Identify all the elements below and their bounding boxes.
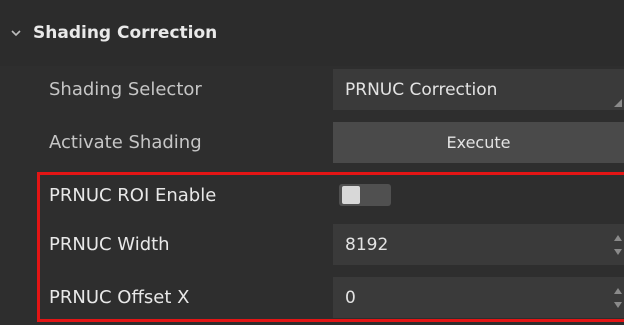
- property-label: Shading Selector: [49, 79, 202, 100]
- prnuc-roi-enable-toggle[interactable]: [339, 184, 391, 206]
- dropdown-corner-icon: [614, 99, 622, 107]
- execute-button[interactable]: Execute: [333, 122, 624, 163]
- property-label: PRNUC ROI Enable: [49, 185, 217, 206]
- property-row-prnuc-offset-x: PRNUC Offset X 0: [0, 274, 624, 321]
- shading-selector-dropdown[interactable]: PRNUC Correction: [333, 69, 624, 110]
- property-row-activate-shading: Activate Shading Execute: [0, 119, 624, 166]
- section-header-shading-correction[interactable]: Shading Correction: [0, 0, 624, 66]
- property-label: PRNUC Width: [49, 234, 170, 255]
- spin-up-icon[interactable]: [614, 288, 622, 294]
- properties-panel: Shading Correction Shading Selector PRNU…: [0, 0, 624, 325]
- property-label: Activate Shading: [49, 132, 202, 153]
- spin-arrows-icon[interactable]: [613, 233, 623, 257]
- dropdown-value: PRNUC Correction: [345, 79, 498, 100]
- input-value: 8192: [345, 234, 389, 255]
- property-row-prnuc-width: PRNUC Width 8192: [0, 221, 624, 268]
- spin-down-icon[interactable]: [614, 249, 622, 255]
- property-row-prnuc-roi-enable: PRNUC ROI Enable: [0, 172, 624, 219]
- spin-down-icon[interactable]: [614, 302, 622, 308]
- toggle-knob: [342, 186, 360, 204]
- prnuc-offset-x-input[interactable]: 0: [333, 277, 624, 318]
- spin-arrows-icon[interactable]: [613, 286, 623, 310]
- section-title: Shading Correction: [33, 23, 218, 43]
- chevron-down-icon[interactable]: [9, 26, 23, 40]
- property-row-shading-selector: Shading Selector PRNUC Correction: [0, 66, 624, 113]
- prnuc-width-input[interactable]: 8192: [333, 224, 624, 265]
- spin-up-icon[interactable]: [614, 235, 622, 241]
- property-label: PRNUC Offset X: [49, 287, 190, 308]
- input-value: 0: [345, 287, 356, 308]
